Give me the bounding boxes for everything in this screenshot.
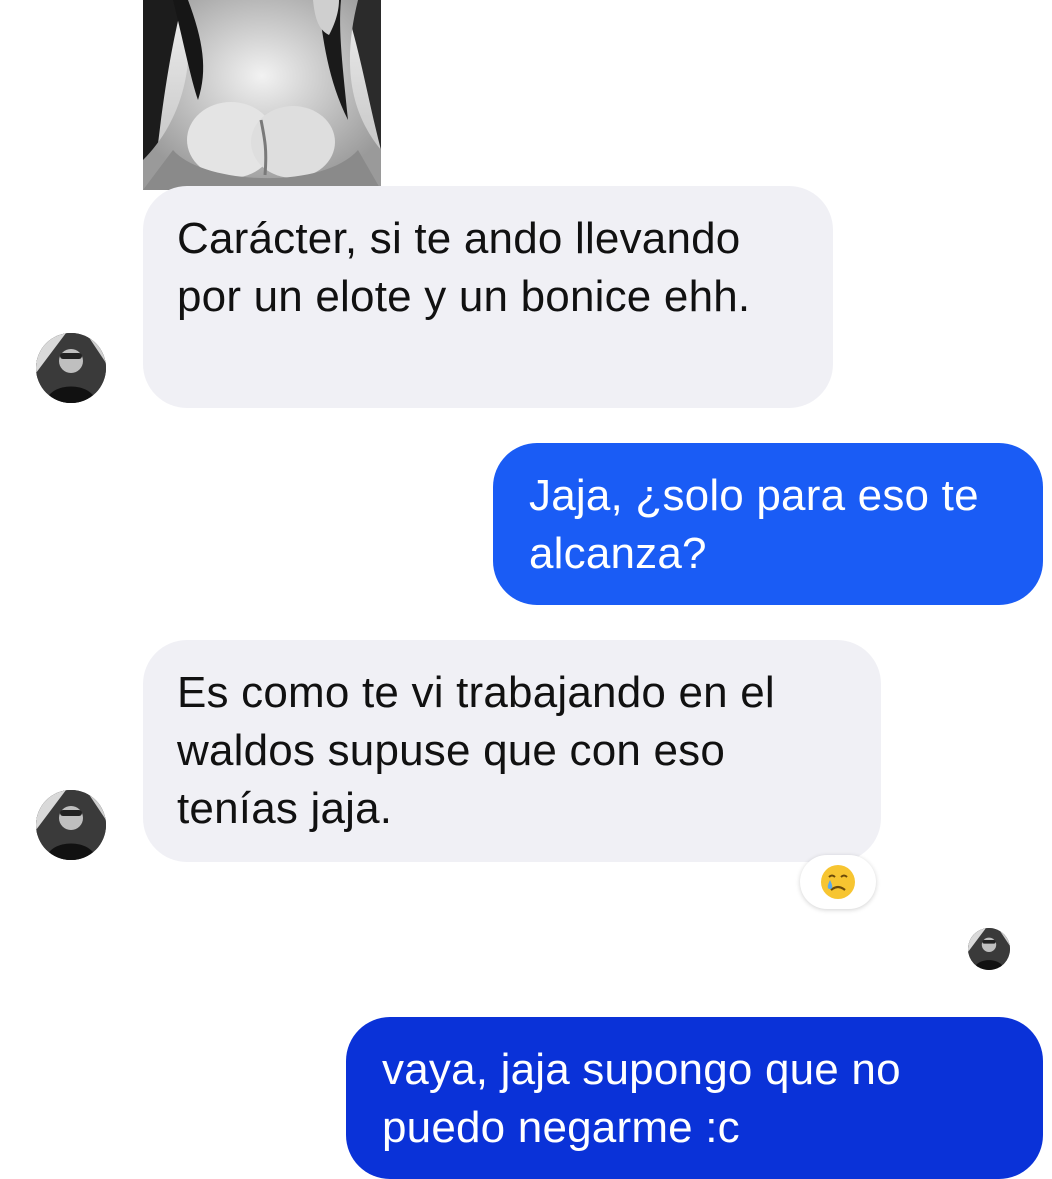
avatar-image [36,790,106,860]
outgoing-message[interactable]: vaya, jaja supongo que no puedo negarme … [346,1017,1043,1179]
message-text: Carácter, si te ando llevando por un elo… [177,214,751,321]
message-text: Es como te vi trabajando en el waldos su… [177,668,775,833]
shared-photo[interactable] [143,0,381,190]
message-text: vaya, jaja supongo que no puedo negarme … [382,1045,901,1152]
message-text: Jaja, ¿solo para eso te alcanza? [529,471,979,578]
contact-avatar[interactable] [36,333,106,403]
crying-face-icon [821,865,855,899]
outgoing-message[interactable]: Jaja, ¿solo para eso te alcanza? [493,443,1043,605]
read-receipt-avatar [968,928,1010,970]
avatar-image [36,333,106,403]
photo-image [143,0,381,190]
contact-avatar[interactable] [36,790,106,860]
message-reaction[interactable] [800,855,876,909]
avatar-image [968,928,1010,970]
incoming-message[interactable]: Carácter, si te ando llevando por un elo… [143,186,833,408]
incoming-message[interactable]: Es como te vi trabajando en el waldos su… [143,640,881,862]
